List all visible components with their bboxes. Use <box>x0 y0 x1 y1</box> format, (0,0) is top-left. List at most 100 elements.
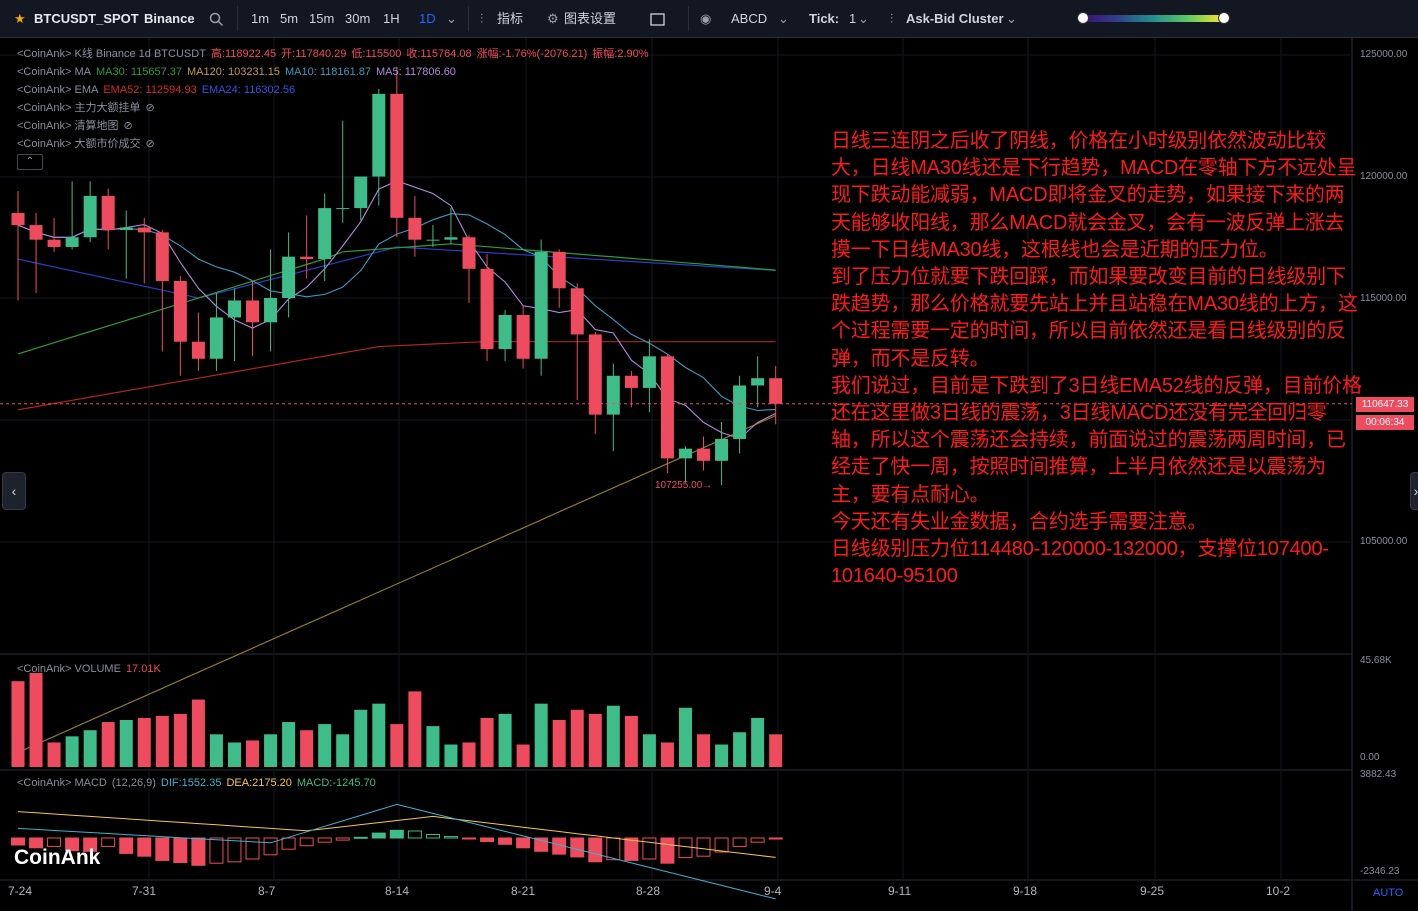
candle-body <box>101 195 115 230</box>
drawing-chevron-down-icon[interactable]: ⌄ <box>778 0 789 37</box>
low-marker-label: 107255.00→ <box>655 480 713 491</box>
fullscreen-icon[interactable] <box>650 0 665 37</box>
candle-body <box>462 237 476 269</box>
drawing-tool-button[interactable]: ABCD <box>731 0 767 37</box>
eye-slash-icon[interactable]: ⊘ <box>145 102 154 114</box>
candle-body <box>29 225 43 240</box>
tick-value-select[interactable]: 1 <box>849 0 856 37</box>
candle-body <box>642 356 656 388</box>
volume-bar <box>119 720 133 767</box>
legend-macd: <CoinAnk> MACD (12,26,9) DIF:1552.35 DEA:21… <box>17 775 381 791</box>
gear-icon[interactable]: ⚙ <box>547 0 559 37</box>
volume-bar <box>534 703 548 767</box>
annotation-paragraph: 今天还有失业金数据，合约选手需要注意。 <box>831 510 1208 533</box>
volume-bar <box>390 724 404 767</box>
cluster-icon[interactable]: ⫶ <box>890 0 893 37</box>
candle-body <box>390 93 404 218</box>
eye-slash-icon[interactable]: ⊘ <box>123 120 132 132</box>
slider-handle-left[interactable] <box>1077 12 1089 24</box>
candle-body <box>354 176 368 209</box>
candle-body <box>516 315 530 359</box>
legend-liquidation: <CoinAnk> 清算地图 ⊘ <box>17 118 138 134</box>
indicators-button[interactable]: 指标 <box>497 0 523 37</box>
volume-bar <box>318 724 332 767</box>
macd-axis-label: -2346.23 <box>1360 866 1400 877</box>
legend-liquidation-label: <CoinAnk> 清算地图 <box>17 120 119 132</box>
timeframe-1h[interactable]: 1H <box>383 0 400 37</box>
analysis-annotation: 日线三连阴之后收了阴线，价格在小时级别依然波动比较大，日线MA30线还是下行趋势… <box>831 128 1363 590</box>
timeframe-15m[interactable]: 15m <box>309 0 334 37</box>
candle-body <box>769 378 783 404</box>
cluster-chevron-down-icon[interactable]: ⌄ <box>1006 0 1017 37</box>
volume-bar <box>678 707 692 767</box>
time-axis-label: 10-2 <box>1266 884 1291 898</box>
time-axis-label: 9-18 <box>1013 884 1038 898</box>
volume-bar <box>588 713 602 767</box>
star-icon[interactable]: ★ <box>14 0 26 37</box>
candle-body <box>678 448 692 459</box>
annotation-paragraph: 到了压力位就要下跌回踩，而如果要改变目前的日线级别下跌趋势，那么价格就要先站上并… <box>831 266 1358 370</box>
volume-bar <box>624 715 638 767</box>
tick-chevron-down-icon[interactable]: ⌄ <box>858 0 869 37</box>
eye-slash-icon[interactable]: ⊘ <box>145 138 154 150</box>
toolbar-divider <box>237 6 238 31</box>
volume-bar <box>191 699 205 767</box>
auto-scale-button[interactable]: AUTO <box>1373 887 1403 899</box>
exchange-name[interactable]: Binance <box>144 0 195 37</box>
volume-bar <box>155 715 169 767</box>
candle-body <box>11 212 25 226</box>
heatmap-range-slider[interactable] <box>1082 15 1224 22</box>
legend-low: 低:115500 <box>351 48 402 60</box>
timeframe-30m[interactable]: 30m <box>345 0 370 37</box>
legend-ma: <CoinAnk> MA MA30: 115657.37 MA120: 103231… <box>17 64 461 80</box>
candle-body <box>173 280 187 342</box>
timeframe-1d[interactable]: 1D <box>419 0 436 37</box>
candle-body <box>444 237 458 240</box>
time-axis-label: 8-28 <box>636 884 661 898</box>
timeframe-5m[interactable]: 5m <box>280 0 298 37</box>
timeframe-chevron-down-icon[interactable]: ⌄ <box>446 0 457 37</box>
scroll-right-button[interactable]: › <box>1410 472 1418 510</box>
scroll-left-button[interactable]: ‹ <box>2 472 26 510</box>
volume-bar <box>408 691 422 767</box>
volume-bar <box>83 730 97 767</box>
macd-histogram-bar <box>155 837 170 861</box>
time-axis-label: 9-25 <box>1140 884 1165 898</box>
macd-histogram-bar <box>480 837 495 842</box>
slider-handle-right[interactable] <box>1218 12 1230 24</box>
legend-ema52: EMA52: 112594.93 <box>103 84 197 96</box>
timeframe-1m[interactable]: 1m <box>251 0 269 37</box>
candle-body <box>733 385 747 439</box>
drawing-eye-icon[interactable]: ◉ <box>700 0 711 37</box>
volume-bar <box>264 734 278 767</box>
search-icon[interactable] <box>209 0 224 37</box>
volume-bar <box>426 726 440 767</box>
volume-bar <box>65 736 79 767</box>
macd-histogram-bar <box>11 837 25 846</box>
cluster-select[interactable]: Ask-Bid Cluster <box>906 0 1004 37</box>
indicators-icon[interactable]: ⫶ <box>480 0 483 37</box>
annotation-paragraph: 日线三连阴之后收了阴线，价格在小时级别依然波动比较大，日线MA30线还是下行趋势… <box>831 130 1357 261</box>
countdown-tag: 00:06:34 <box>1356 415 1414 430</box>
macd-histogram-bar <box>137 837 152 857</box>
volume-bar <box>660 742 674 767</box>
volume-axis-label: 45.68K <box>1360 655 1392 666</box>
legend-ma120: MA120: 103231.15 <box>187 66 280 78</box>
legend-open: 开:117840.29 <box>281 48 347 60</box>
chart-settings-button[interactable]: 图表设置 <box>564 0 616 37</box>
time-axis-label: 8-21 <box>511 884 536 898</box>
collapse-legend-button[interactable]: ⌃ <box>17 154 43 170</box>
macd-axis-label: 3882.43 <box>1360 769 1397 780</box>
macd-histogram-bar <box>173 837 188 863</box>
low-marker-value: 107255.00 <box>655 480 703 491</box>
volume-bar <box>570 709 584 767</box>
volume-bar <box>173 713 187 767</box>
symbol-name[interactable]: BTCUSDT_SPOT <box>34 0 139 37</box>
price-axis-label: 115000.00 <box>1360 293 1407 304</box>
volume-bar <box>336 734 350 767</box>
volume-bar <box>751 717 765 767</box>
top-toolbar: ★ BTCUSDT_SPOT Binance 1m 5m 15m 30m 1H 1D ⌄ … <box>0 0 1418 38</box>
volume-bar <box>733 732 747 767</box>
volume-bar <box>227 742 241 767</box>
time-axis-label: 8-7 <box>258 884 276 898</box>
